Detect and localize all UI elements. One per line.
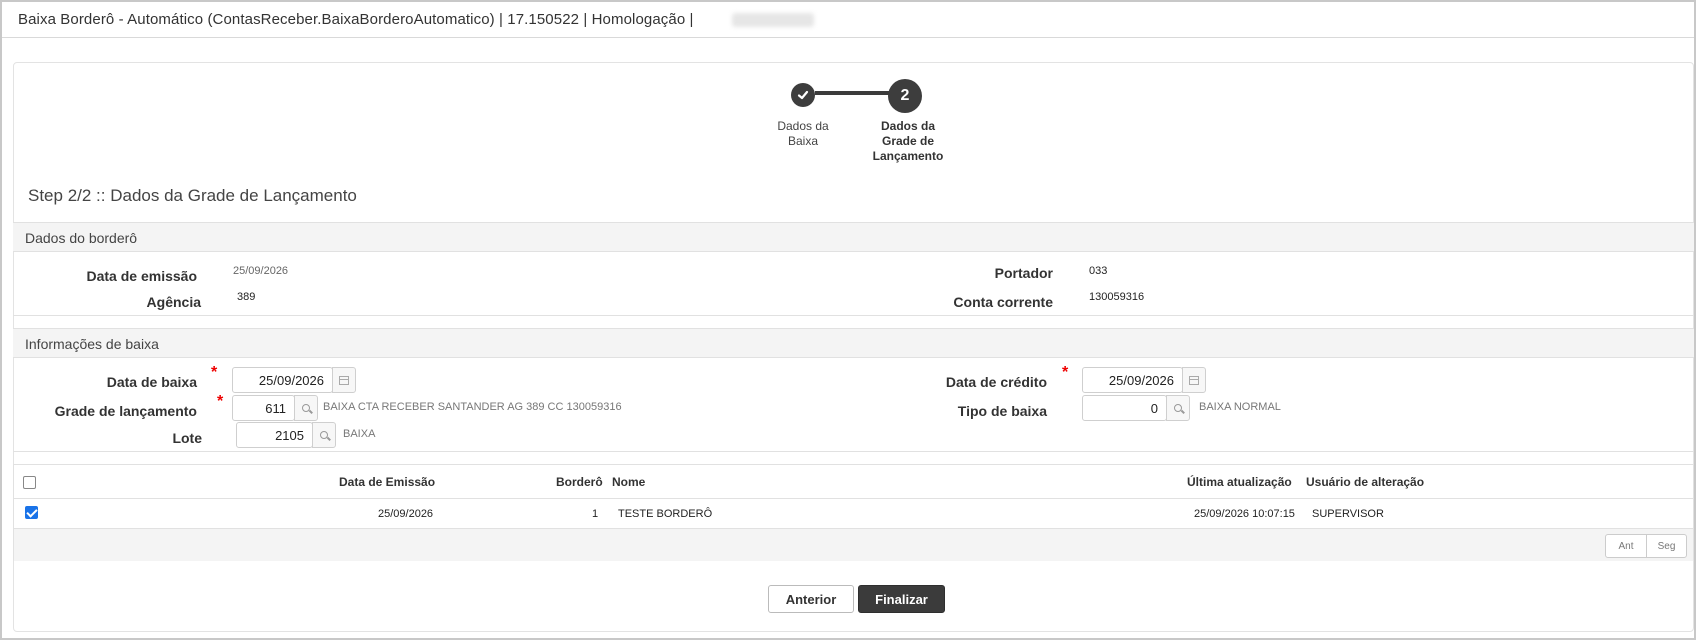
col-bordero[interactable]: Borderô bbox=[556, 475, 603, 489]
calendar-icon bbox=[339, 375, 349, 385]
data-credito-calendar-button[interactable] bbox=[1182, 367, 1206, 393]
tipo-baixa-input[interactable]: 0 bbox=[1082, 395, 1167, 421]
cell-nome: TESTE BORDERÔ bbox=[618, 508, 713, 520]
conta-corrente-value: 130059316 bbox=[1089, 291, 1145, 303]
lote-input[interactable]: 2105 bbox=[236, 422, 313, 448]
anterior-button[interactable]: Anterior bbox=[768, 585, 854, 613]
data-baixa-required-marker: * bbox=[211, 364, 218, 381]
section-bordero-title: Dados do borderô bbox=[25, 230, 138, 246]
tipo-baixa-search-button[interactable] bbox=[1166, 395, 1190, 421]
cell-bordero: 1 bbox=[592, 508, 599, 520]
col-ultima-atualizacao[interactable]: Última atualização bbox=[1187, 475, 1292, 489]
step-2-circle[interactable]: 2 bbox=[888, 79, 922, 113]
table-header: Data de Emissão Borderô Nome Última atua… bbox=[14, 465, 1693, 499]
step-1-check-icon[interactable] bbox=[791, 83, 815, 107]
window-title: Baixa Borderô - Automático (ContasRecebe… bbox=[18, 11, 694, 28]
data-credito-required-marker: * bbox=[1062, 364, 1069, 381]
col-usuario-alteracao[interactable]: Usuário de alteração bbox=[1306, 475, 1424, 489]
step-title: Step 2/2 :: Dados da Grade de Lançamento bbox=[28, 186, 357, 205]
conta-corrente-label: Conta corrente bbox=[953, 294, 1053, 310]
grade-lancamento-label: Grade de lançamento bbox=[54, 403, 197, 419]
data-emissao-label: Data de emissão bbox=[86, 268, 198, 284]
redacted-environment bbox=[732, 13, 814, 27]
col-nome[interactable]: Nome bbox=[612, 475, 645, 489]
tipo-baixa-label: Tipo de baixa bbox=[957, 403, 1047, 419]
data-baixa-calendar-button[interactable] bbox=[332, 367, 356, 393]
pager-next-button[interactable]: Seg bbox=[1646, 535, 1686, 557]
lote-description: BAIXA bbox=[343, 428, 376, 440]
grade-lancamento-input[interactable]: 611 bbox=[232, 395, 295, 421]
section-baixa-header: Informações de baixa bbox=[13, 328, 1694, 358]
finalizar-button[interactable]: Finalizar bbox=[858, 585, 945, 613]
step-1-label: Dados da Baixa bbox=[777, 119, 829, 148]
agencia-label: Agência bbox=[146, 294, 201, 310]
search-icon bbox=[1174, 404, 1182, 412]
title-bar: Baixa Borderô - Automático (ContasRecebe… bbox=[2, 2, 1694, 38]
step-2-label: Dados da Grade de Lançamento bbox=[872, 119, 944, 163]
table-row[interactable]: 25/09/2026 1 TESTE BORDERÔ 25/09/2026 10… bbox=[14, 499, 1693, 529]
pager: Ant Seg bbox=[1605, 534, 1687, 558]
pager-prev-button[interactable]: Ant bbox=[1606, 535, 1646, 557]
grade-description: BAIXA CTA RECEBER SANTANDER AG 389 CC 13… bbox=[323, 401, 622, 413]
section-baixa-title: Informações de baixa bbox=[25, 336, 159, 352]
grade-search-button[interactable] bbox=[294, 395, 318, 421]
col-data-emissao[interactable]: Data de Emissão bbox=[339, 475, 435, 489]
lote-search-button[interactable] bbox=[312, 422, 336, 448]
tipo-baixa-description: BAIXA NORMAL bbox=[1199, 401, 1281, 413]
search-icon bbox=[302, 404, 310, 412]
calendar-icon bbox=[1189, 375, 1199, 385]
data-baixa-label: Data de baixa bbox=[106, 374, 197, 390]
data-credito-label: Data de crédito bbox=[945, 374, 1047, 390]
portador-value: 033 bbox=[1089, 265, 1108, 277]
section-bordero-body bbox=[13, 252, 1694, 316]
search-icon bbox=[320, 431, 328, 439]
cell-data-emissao: 25/09/2026 bbox=[378, 508, 434, 520]
grade-required-marker: * bbox=[217, 393, 224, 410]
lote-label: Lote bbox=[172, 430, 202, 446]
data-credito-input[interactable]: 25/09/2026 bbox=[1082, 367, 1183, 393]
portador-label: Portador bbox=[994, 265, 1053, 281]
agencia-value: 389 bbox=[237, 291, 256, 303]
row-checkbox[interactable] bbox=[25, 506, 38, 519]
section-bordero-header: Dados do borderô bbox=[13, 222, 1694, 252]
bordero-table: Data de Emissão Borderô Nome Última atua… bbox=[13, 464, 1694, 561]
cell-usuario: SUPERVISOR bbox=[1312, 508, 1384, 520]
cell-ultima-atualizacao: 25/09/2026 10:07:15 bbox=[1194, 508, 1295, 520]
select-all-checkbox[interactable] bbox=[23, 476, 36, 489]
table-footer: Ant Seg bbox=[14, 529, 1693, 561]
data-baixa-input[interactable]: 25/09/2026 bbox=[232, 367, 333, 393]
data-emissao-value: 25/09/2026 bbox=[233, 265, 289, 277]
